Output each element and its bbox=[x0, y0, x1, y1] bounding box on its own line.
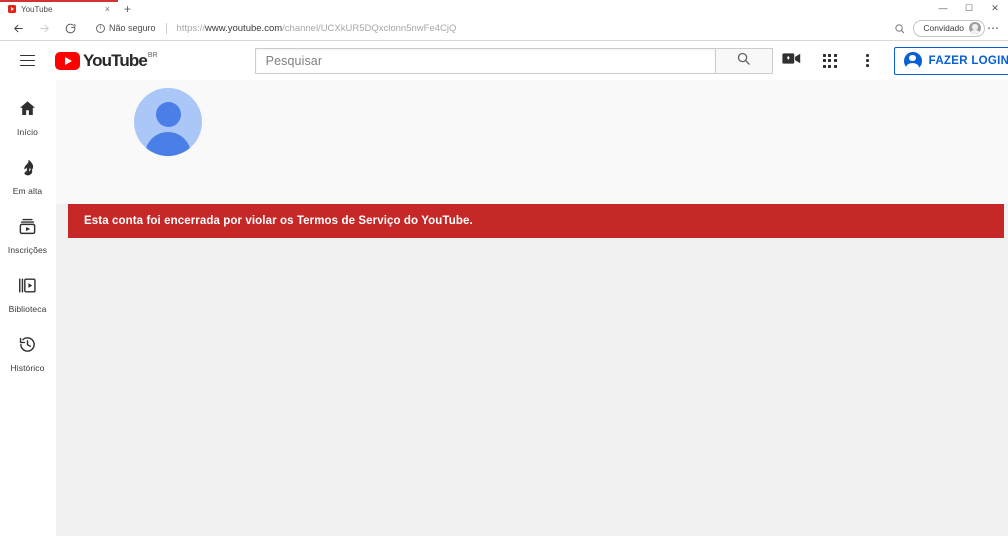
sidebar-label-biblioteca: Biblioteca bbox=[8, 303, 47, 314]
trending-flame-icon bbox=[18, 158, 37, 182]
home-icon bbox=[18, 99, 37, 123]
library-icon bbox=[18, 276, 37, 300]
forward-icon bbox=[32, 17, 56, 39]
video-camera-icon bbox=[782, 51, 801, 71]
window-controls: — ☐ ✕ bbox=[930, 0, 1008, 16]
site-security-status[interactable]: i Não seguro bbox=[96, 23, 156, 33]
channel-header-area bbox=[56, 80, 1008, 204]
omnibox-actions bbox=[886, 23, 905, 34]
url-host: www.youtube.com bbox=[205, 22, 283, 34]
youtube-sidebar: Início Em alta Inscrições Biblioteca His… bbox=[0, 80, 56, 536]
browser-tab-youtube[interactable]: YouTube × bbox=[0, 0, 118, 16]
minimize-button[interactable]: — bbox=[930, 0, 956, 16]
close-window-button[interactable]: ✕ bbox=[982, 0, 1008, 16]
youtube-favicon bbox=[8, 5, 16, 13]
search-icon bbox=[736, 51, 751, 71]
sign-in-label: FAZER LOGIN bbox=[928, 54, 1008, 67]
kebab-menu-icon bbox=[866, 54, 869, 67]
guest-avatar-icon bbox=[969, 22, 981, 34]
address-bar[interactable]: i Não seguro https://www.youtube.com/cha… bbox=[90, 18, 912, 38]
youtube-logo-text: YouTube bbox=[83, 50, 148, 70]
youtube-apps-button[interactable] bbox=[811, 44, 849, 78]
history-clock-icon bbox=[18, 335, 37, 359]
account-circle-icon bbox=[903, 51, 922, 70]
browser-settings-icon[interactable]: ⋯ bbox=[987, 22, 1002, 34]
search-submit-button[interactable] bbox=[714, 47, 773, 74]
apps-grid-icon bbox=[822, 53, 837, 68]
create-video-button[interactable] bbox=[773, 44, 811, 78]
avatar-body bbox=[145, 132, 191, 156]
sidebar-item-em-alta[interactable]: Em alta bbox=[0, 147, 55, 206]
zoom-search-icon[interactable] bbox=[894, 23, 905, 34]
channel-content: Esta conta foi encerrada por violar os T… bbox=[56, 80, 1008, 536]
sidebar-item-biblioteca[interactable]: Biblioteca bbox=[0, 265, 55, 324]
url-scheme: https:// bbox=[176, 22, 206, 34]
search-bar: Pesquisar bbox=[254, 47, 773, 74]
guide-menu-icon[interactable] bbox=[12, 46, 42, 76]
youtube-play-icon bbox=[55, 51, 80, 70]
sidebar-label-inicio: Início bbox=[17, 126, 38, 137]
tab-title: YouTube bbox=[21, 4, 53, 14]
tab-strip: YouTube × + — ☐ ✕ bbox=[0, 0, 1008, 16]
search-input[interactable]: Pesquisar bbox=[254, 47, 715, 74]
omnibox-divider bbox=[165, 22, 167, 34]
reload-icon[interactable] bbox=[58, 17, 82, 39]
empty-content-area bbox=[56, 238, 1008, 536]
maximize-button[interactable]: ☐ bbox=[956, 0, 982, 16]
new-tab-button[interactable]: + bbox=[124, 3, 131, 15]
account-terminated-message: Esta conta foi encerrada por violar os T… bbox=[84, 215, 473, 227]
search-placeholder: Pesquisar bbox=[265, 53, 323, 68]
sidebar-item-inicio[interactable]: Início bbox=[0, 88, 55, 147]
sidebar-item-historico[interactable]: Histórico bbox=[0, 324, 55, 383]
security-label: Não seguro bbox=[109, 23, 156, 33]
account-terminated-banner: Esta conta foi encerrada por violar os T… bbox=[68, 204, 1004, 238]
sidebar-item-inscricoes[interactable]: Inscrições bbox=[0, 206, 55, 265]
guest-profile-label: Convidado bbox=[923, 23, 964, 33]
sidebar-label-em-alta: Em alta bbox=[12, 185, 43, 196]
guest-profile-button[interactable]: Convidado bbox=[913, 19, 985, 37]
navigation-toolbar: i Não seguro https://www.youtube.com/cha… bbox=[0, 16, 1008, 40]
url-display: https://www.youtube.com/channel/UCXkUR5D… bbox=[177, 23, 457, 34]
subscriptions-icon bbox=[18, 217, 37, 241]
back-icon[interactable] bbox=[6, 17, 30, 39]
info-icon: i bbox=[96, 23, 105, 33]
browser-chrome: YouTube × + — ☐ ✕ i Não seguro https://w… bbox=[0, 0, 1008, 41]
masthead-buttons: FAZER LOGIN bbox=[773, 44, 1008, 78]
youtube-country-code: BR bbox=[147, 51, 158, 59]
avatar bbox=[134, 88, 202, 156]
youtube-masthead: YouTube BR Pesquisar FAZER LOGIN bbox=[0, 41, 1008, 80]
settings-menu-button[interactable] bbox=[849, 44, 887, 78]
youtube-page: YouTube BR Pesquisar FAZER LOGIN Início … bbox=[0, 41, 1008, 536]
youtube-logo[interactable]: YouTube BR bbox=[55, 51, 158, 71]
url-path: /channel/UCXkUR5DQxclonn5nwFe4CjQ bbox=[282, 22, 457, 34]
sign-in-button[interactable]: FAZER LOGIN bbox=[893, 46, 1008, 75]
youtube-body: Início Em alta Inscrições Biblioteca His… bbox=[0, 80, 1008, 536]
sidebar-label-inscricoes: Inscrições bbox=[7, 244, 48, 255]
avatar-head bbox=[155, 102, 181, 127]
sidebar-label-historico: Histórico bbox=[10, 362, 45, 373]
close-tab-icon[interactable]: × bbox=[103, 4, 112, 14]
